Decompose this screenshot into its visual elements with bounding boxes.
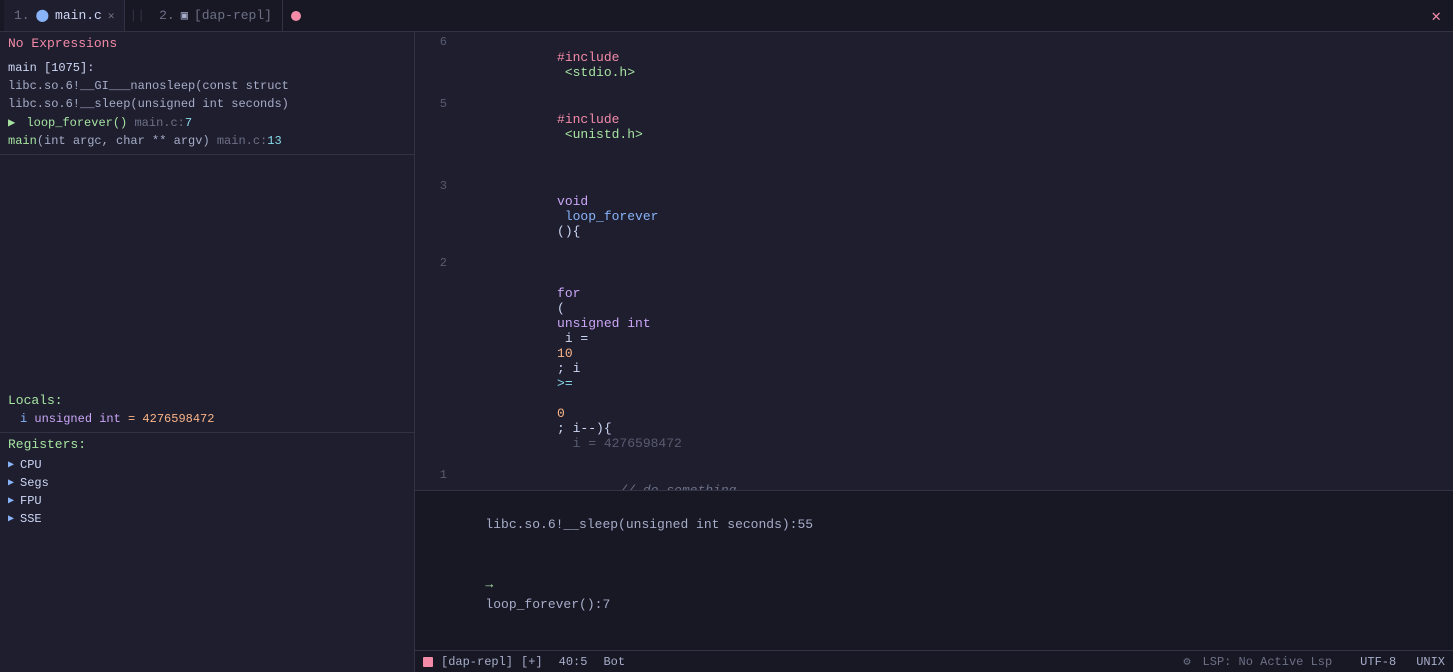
- tab-1-name: main.c: [55, 8, 102, 23]
- register-cpu[interactable]: ▶ CPU: [8, 456, 406, 474]
- tab-2-icon: ▣: [181, 8, 188, 23]
- locals-type-0: unsigned int: [34, 412, 120, 426]
- line-num-3: 3: [415, 179, 455, 193]
- stack-item-2[interactable]: libc.so.6!__sleep(unsigned int seconds): [0, 95, 414, 113]
- stack-line-num-4: 13: [267, 134, 281, 148]
- expressions-section: No Expressions: [0, 32, 414, 55]
- triangle-segs-icon: ▶: [8, 477, 14, 489]
- stack-label-0: main [1075]:: [8, 61, 94, 75]
- code-line-empty-1: [415, 158, 1453, 178]
- status-gear-icon: ⚙: [1183, 654, 1190, 669]
- no-expressions-label: No Expressions: [8, 36, 117, 51]
- repl-arrow-icon: →: [485, 577, 501, 592]
- tab-1-num: 1.: [14, 8, 30, 23]
- stack-line-3: 7: [185, 116, 192, 130]
- code-line-5: 1 // do something: [415, 467, 1453, 490]
- status-encoding: UTF-8: [1360, 655, 1396, 669]
- call-stack-section: main [1075]: libc.so.6!__GI___nanosleep(…: [0, 55, 414, 155]
- status-repl-name: [dap-repl]: [441, 655, 513, 669]
- repl-line-1: → loop_forever():7: [423, 555, 1445, 635]
- tab-dap-repl[interactable]: 2. ▣ [dap-repl]: [149, 0, 283, 31]
- register-cpu-label: CPU: [20, 458, 42, 472]
- status-scroll: Bot: [603, 655, 625, 669]
- stack-args-4: (int argc, char ** argv): [37, 134, 210, 148]
- repl-text-0: libc.so.6!__sleep(unsigned int seconds):…: [485, 517, 813, 532]
- stack-file-3: main.c:: [134, 116, 184, 130]
- line-content-1: #include <stdio.h>: [475, 35, 1453, 95]
- status-repl-extra: [+]: [521, 655, 543, 669]
- status-indicator-icon: [423, 657, 433, 667]
- repl-panel[interactable]: libc.so.6!__sleep(unsigned int seconds):…: [415, 490, 1453, 650]
- tab-1-close[interactable]: ✕: [108, 9, 115, 23]
- repl-text-1: loop_forever():7: [485, 597, 610, 612]
- left-panel: No Expressions main [1075]: libc.so.6!__…: [0, 32, 415, 672]
- register-fpu[interactable]: ▶ FPU: [8, 492, 406, 510]
- line-num-2: 5: [415, 97, 455, 111]
- close-editor-button[interactable]: ✕: [1423, 6, 1449, 26]
- line-content-5: // do something: [475, 468, 1453, 490]
- register-sse-label: SSE: [20, 512, 42, 526]
- line-num-4: 2: [415, 256, 455, 270]
- active-frame-arrow: ▶: [8, 116, 15, 130]
- register-fpu-label: FPU: [20, 494, 42, 508]
- code-line-2: 5 #include <unistd.h>: [415, 96, 1453, 158]
- status-bar: [dap-repl] [+] 40:5 Bot ⚙ LSP: No Active…: [415, 650, 1453, 672]
- stack-item-4[interactable]: main(int argc, char ** argv) main.c:13: [0, 132, 414, 150]
- stack-item-1[interactable]: libc.so.6!__GI___nanosleep(const struct: [0, 77, 414, 95]
- repl-line-0: libc.so.6!__sleep(unsigned int seconds):…: [423, 495, 1445, 555]
- status-position: 40:5: [559, 655, 588, 669]
- triangle-fpu-icon: ▶: [8, 495, 14, 507]
- stack-spacer: [0, 155, 414, 387]
- tab-bar: 1. ⬤ main.c ✕ || 2. ▣ [dap-repl] ✕: [0, 0, 1453, 32]
- code-editor[interactable]: 6 #include <stdio.h> 5 #include <unistd.…: [415, 32, 1453, 490]
- stack-label-3: loop_forever(): [26, 116, 127, 130]
- stack-fn-4: main: [8, 134, 37, 148]
- tab-1-icon: ⬤: [36, 8, 49, 23]
- triangle-sse-icon: ▶: [8, 513, 14, 525]
- locals-val-0: = 4276598472: [128, 412, 214, 426]
- stack-item-3[interactable]: ▶ loop_forever() main.c:7: [0, 113, 414, 132]
- stack-file-4: main.c:: [217, 134, 267, 148]
- registers-label: Registers:: [8, 437, 406, 452]
- line-num-1: 6: [415, 35, 455, 49]
- line-content-4: for ( unsigned int i = 10 ; i >= 0 ; i--…: [475, 256, 1453, 466]
- code-line-3: 3 void loop_forever (){: [415, 178, 1453, 255]
- line-content-2: #include <unistd.h>: [475, 97, 1453, 157]
- register-segs-label: Segs: [20, 476, 49, 490]
- stack-label-2: libc.so.6!__sleep(unsigned int seconds): [8, 97, 289, 111]
- code-line-4: 2 for ( unsigned int i = 10 ; i >= 0 ; i…: [415, 255, 1453, 467]
- tab-main-c[interactable]: 1. ⬤ main.c ✕: [4, 0, 125, 31]
- status-right-group: ⚙ LSP: No Active Lsp UTF-8 UNIX: [1183, 654, 1445, 669]
- register-sse[interactable]: ▶ SSE: [8, 510, 406, 528]
- stack-item-0[interactable]: main [1075]:: [0, 59, 414, 77]
- repl-line-2: main(int argc, char ** argv):13: [423, 635, 1445, 650]
- code-line-1: 6 #include <stdio.h>: [415, 34, 1453, 96]
- right-panel: 6 #include <stdio.h> 5 #include <unistd.…: [415, 32, 1453, 672]
- locals-label: Locals:: [8, 393, 406, 408]
- register-segs[interactable]: ▶ Segs: [8, 474, 406, 492]
- stack-label-1: libc.so.6!__GI___nanosleep(const struct: [8, 79, 289, 93]
- locals-section: Locals: i unsigned int = 4276598472: [0, 387, 414, 433]
- tab-2-num: 2.: [159, 8, 175, 23]
- line-num-5: 1: [415, 468, 455, 482]
- status-lsp-label: LSP: No Active Lsp: [1203, 655, 1333, 669]
- tab-separator: ||: [129, 8, 145, 23]
- main-area: No Expressions main [1075]: libc.so.6!__…: [0, 32, 1453, 672]
- triangle-cpu-icon: ▶: [8, 459, 14, 471]
- registers-section: Registers: ▶ CPU ▶ Segs ▶ FPU ▶ SSE: [0, 433, 414, 672]
- unsaved-indicator: [291, 11, 301, 21]
- line-content-3: void loop_forever (){: [475, 179, 1453, 254]
- tab-2-name: [dap-repl]: [194, 8, 272, 23]
- locals-varname-0: i: [20, 412, 27, 426]
- status-format: UNIX: [1416, 655, 1445, 669]
- locals-item-0: i unsigned int = 4276598472: [8, 412, 406, 426]
